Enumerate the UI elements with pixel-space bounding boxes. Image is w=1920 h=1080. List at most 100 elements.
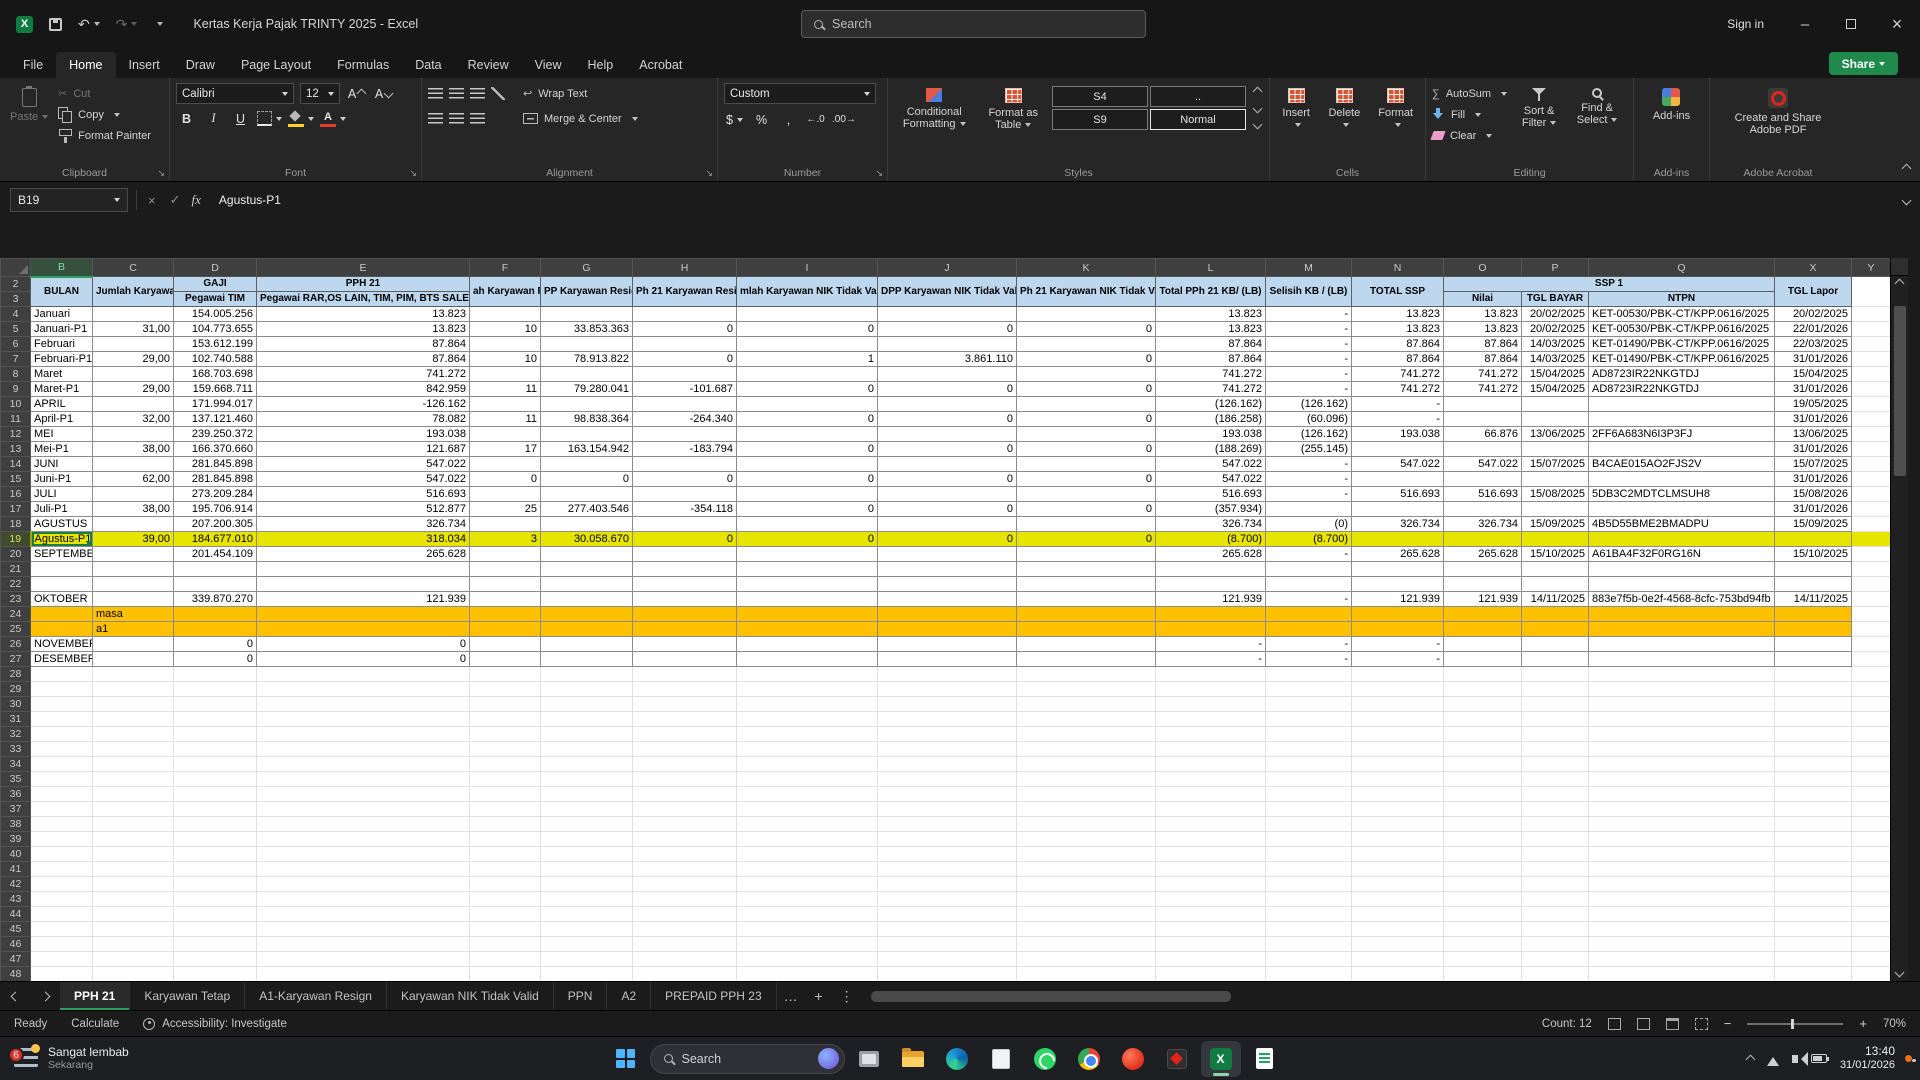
cell-Q12[interactable]: 2FF6A683N6I3P3FJ bbox=[1588, 426, 1775, 442]
cell-E16[interactable]: 516.693 bbox=[256, 486, 470, 502]
cell-D26[interactable]: 0 bbox=[173, 636, 257, 652]
cell-Q22[interactable] bbox=[1588, 576, 1775, 592]
cell-I29[interactable] bbox=[736, 681, 878, 697]
cell-P19[interactable] bbox=[1521, 531, 1589, 547]
cell-B36[interactable] bbox=[30, 786, 93, 802]
cell-J8[interactable] bbox=[877, 366, 1017, 382]
cell-I27[interactable] bbox=[736, 651, 878, 667]
cell-C12[interactable] bbox=[92, 426, 174, 442]
cell-F32[interactable] bbox=[469, 726, 541, 742]
cell-N24[interactable] bbox=[1351, 606, 1444, 622]
cell-F45[interactable] bbox=[469, 921, 541, 937]
menu-tab-home[interactable]: Home bbox=[56, 52, 116, 78]
cell-K8[interactable] bbox=[1016, 366, 1156, 382]
cell-J36[interactable] bbox=[877, 786, 1017, 802]
cell-G21[interactable] bbox=[540, 561, 633, 577]
cell-K27[interactable] bbox=[1016, 651, 1156, 667]
cell-C8[interactable] bbox=[92, 366, 174, 382]
header-cell[interactable]: TOTAL SSP bbox=[1351, 276, 1444, 307]
cell-K38[interactable] bbox=[1016, 816, 1156, 832]
cell-I16[interactable] bbox=[736, 486, 878, 502]
scroll-down-icon[interactable] bbox=[1891, 965, 1908, 979]
cell-L41[interactable] bbox=[1155, 861, 1266, 877]
cell-Q31[interactable] bbox=[1588, 711, 1775, 727]
cell-B11[interactable]: April-P1 bbox=[30, 411, 93, 427]
font-size-combo[interactable]: 12 bbox=[300, 83, 340, 104]
row-header-37[interactable]: 37 bbox=[0, 801, 31, 817]
excel-file-button[interactable] bbox=[1245, 1041, 1285, 1077]
cell-C36[interactable] bbox=[92, 786, 174, 802]
cell-L14[interactable]: 547.022 bbox=[1155, 456, 1266, 472]
cell-F40[interactable] bbox=[469, 846, 541, 862]
gallery-up-icon[interactable] bbox=[1252, 86, 1263, 97]
cell-C28[interactable] bbox=[92, 666, 174, 682]
cell-E41[interactable] bbox=[256, 861, 470, 877]
cell-O39[interactable] bbox=[1443, 831, 1522, 847]
cell-K15[interactable]: 0 bbox=[1016, 471, 1156, 487]
cell-B14[interactable]: JUNI bbox=[30, 456, 93, 472]
cell-I5[interactable]: 0 bbox=[736, 321, 878, 337]
cell-O47[interactable] bbox=[1443, 951, 1522, 967]
cell-B26[interactable]: NOVEMBER bbox=[30, 636, 93, 652]
cell-K16[interactable] bbox=[1016, 486, 1156, 502]
cell-B7[interactable]: Februari-P1 bbox=[30, 351, 93, 367]
cell-M32[interactable] bbox=[1265, 726, 1352, 742]
cell-E17[interactable]: 512.877 bbox=[256, 501, 470, 517]
zoom-out-button[interactable]: − bbox=[1724, 1016, 1732, 1031]
cell-M44[interactable] bbox=[1265, 906, 1352, 922]
cell-E25[interactable] bbox=[256, 621, 470, 637]
cell-Q48[interactable] bbox=[1588, 966, 1775, 981]
row-header-26[interactable]: 26 bbox=[0, 636, 31, 652]
cell-M30[interactable] bbox=[1265, 696, 1352, 712]
bold-button[interactable]: B bbox=[176, 108, 197, 129]
cell-P10[interactable] bbox=[1521, 396, 1589, 412]
cell-C48[interactable] bbox=[92, 966, 174, 981]
cell-style-..[interactable]: .. bbox=[1150, 86, 1246, 107]
row-header-9[interactable]: 9 bbox=[0, 381, 31, 397]
cell-G40[interactable] bbox=[540, 846, 633, 862]
copy-button[interactable]: Copy bbox=[58, 104, 151, 125]
vertical-scroll-thumb[interactable] bbox=[1894, 306, 1906, 476]
cell-C10[interactable] bbox=[92, 396, 174, 412]
cell-O37[interactable] bbox=[1443, 801, 1522, 817]
cell-Y4[interactable] bbox=[1851, 306, 1890, 322]
row-header-47[interactable]: 47 bbox=[0, 951, 31, 967]
cell-N7[interactable]: 87.864 bbox=[1351, 351, 1444, 367]
redo-icon[interactable]: ↷ bbox=[116, 16, 138, 33]
cell-M15[interactable]: - bbox=[1265, 471, 1352, 487]
cell-K35[interactable] bbox=[1016, 771, 1156, 787]
cell-N28[interactable] bbox=[1351, 666, 1444, 682]
cell-E29[interactable] bbox=[256, 681, 470, 697]
cell-X7[interactable]: 31/01/2026 bbox=[1774, 351, 1852, 367]
cell-Y41[interactable] bbox=[1851, 861, 1890, 877]
cell-E39[interactable] bbox=[256, 831, 470, 847]
header-cell[interactable]: Pegawai TIM bbox=[173, 291, 257, 307]
cell-E43[interactable] bbox=[256, 891, 470, 907]
cell-B48[interactable] bbox=[30, 966, 93, 981]
cell-K45[interactable] bbox=[1016, 921, 1156, 937]
cell-H6[interactable] bbox=[632, 336, 737, 352]
cell-L45[interactable] bbox=[1155, 921, 1266, 937]
cell-J34[interactable] bbox=[877, 756, 1017, 772]
cell-Y29[interactable] bbox=[1851, 681, 1890, 697]
cell-F22[interactable] bbox=[469, 576, 541, 592]
horizontal-scrollbar[interactable] bbox=[860, 982, 1920, 1010]
cell-E48[interactable] bbox=[256, 966, 470, 981]
cell-O27[interactable] bbox=[1443, 651, 1522, 667]
cell-D44[interactable] bbox=[173, 906, 257, 922]
cell-Q16[interactable]: 5DB3C2MDTCLMSUH8 bbox=[1588, 486, 1775, 502]
cell-E7[interactable]: 87.864 bbox=[256, 351, 470, 367]
cell-I24[interactable] bbox=[736, 606, 878, 622]
cell-H11[interactable]: -264.340 bbox=[632, 411, 737, 427]
cell-M10[interactable]: (126.162) bbox=[1265, 396, 1352, 412]
row-header-8[interactable]: 8 bbox=[0, 366, 31, 382]
cell-Y39[interactable] bbox=[1851, 831, 1890, 847]
cell-G8[interactable] bbox=[540, 366, 633, 382]
cell-Q21[interactable] bbox=[1588, 561, 1775, 577]
cell-X17[interactable]: 31/01/2026 bbox=[1774, 501, 1852, 517]
cell-M20[interactable]: - bbox=[1265, 546, 1352, 562]
cell-N47[interactable] bbox=[1351, 951, 1444, 967]
sheet-nav-right-icon[interactable] bbox=[30, 982, 60, 1010]
cell-L13[interactable]: (188.269) bbox=[1155, 441, 1266, 457]
cell-G31[interactable] bbox=[540, 711, 633, 727]
